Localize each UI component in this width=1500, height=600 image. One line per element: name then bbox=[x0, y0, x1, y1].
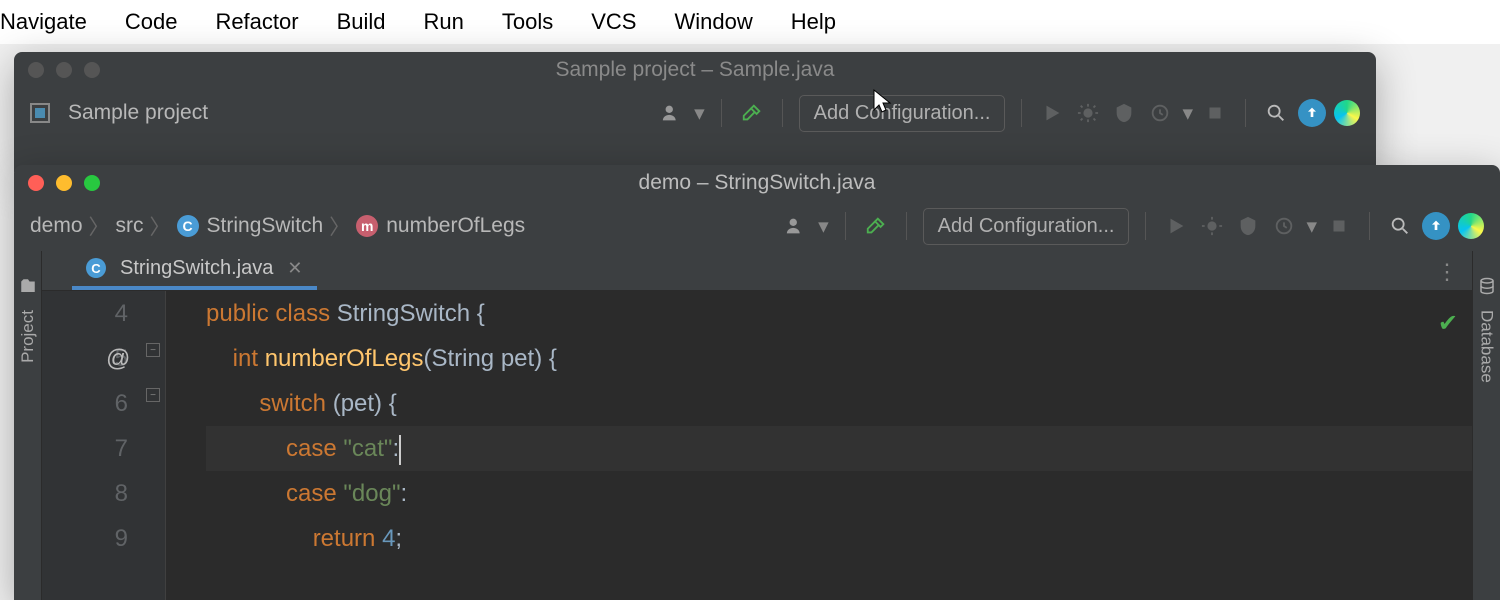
editor-tabs: C StringSwitch.java ✕ ⋮ bbox=[42, 251, 1472, 291]
line-number: 6 bbox=[42, 381, 128, 426]
project-name[interactable]: Sample project bbox=[68, 101, 208, 125]
jetbrains-icon[interactable] bbox=[1334, 100, 1360, 126]
run-icon[interactable] bbox=[1038, 99, 1066, 127]
line-number: 7 bbox=[42, 426, 128, 471]
close-icon[interactable] bbox=[28, 175, 44, 191]
macos-menubar: Navigate Code Refactor Build Run Tools V… bbox=[0, 0, 1500, 44]
run-icon[interactable] bbox=[1162, 212, 1190, 240]
left-tool-window-bar[interactable]: Project bbox=[14, 251, 42, 600]
titlebar: Sample project – Sample.java bbox=[14, 52, 1376, 88]
class-icon: C bbox=[177, 215, 199, 237]
fold-toggle-icon[interactable]: − bbox=[146, 343, 160, 357]
breadcrumb-item[interactable]: StringSwitch bbox=[207, 214, 324, 238]
search-icon[interactable] bbox=[1386, 212, 1414, 240]
breadcrumb-item[interactable]: demo bbox=[30, 214, 83, 238]
menu-build[interactable]: Build bbox=[337, 9, 386, 35]
editor-area: Project C StringSwitch.java ✕ ⋮ 4 5 6 7 … bbox=[14, 251, 1500, 600]
right-tool-window-bar[interactable]: Database bbox=[1472, 251, 1500, 600]
chevron-right-icon: 〉 bbox=[329, 211, 350, 241]
window-controls bbox=[28, 62, 100, 78]
fold-gutter[interactable]: − − bbox=[142, 291, 166, 600]
menu-navigate[interactable]: Navigate bbox=[0, 9, 87, 35]
breadcrumb[interactable]: demo 〉 src 〉 C StringSwitch 〉 m numberOf… bbox=[30, 211, 525, 241]
menu-code[interactable]: Code bbox=[125, 9, 178, 35]
line-number: 8 bbox=[42, 471, 128, 516]
editor-tab[interactable]: C StringSwitch.java ✕ bbox=[72, 250, 317, 290]
menu-tools[interactable]: Tools bbox=[502, 9, 553, 35]
jetbrains-icon[interactable] bbox=[1458, 213, 1484, 239]
window-controls bbox=[28, 175, 100, 191]
coverage-icon[interactable] bbox=[1234, 212, 1262, 240]
mouse-cursor-icon bbox=[872, 88, 892, 119]
window-title: demo – StringSwitch.java bbox=[639, 171, 876, 195]
build-icon[interactable] bbox=[738, 99, 766, 127]
add-configuration-button[interactable]: Add Configuration... bbox=[799, 95, 1006, 132]
method-icon: m bbox=[356, 215, 378, 237]
window-title: Sample project – Sample.java bbox=[556, 58, 835, 82]
users-icon[interactable] bbox=[658, 99, 686, 127]
chevron-right-icon: 〉 bbox=[150, 211, 171, 241]
menu-help[interactable]: Help bbox=[791, 9, 836, 35]
coverage-icon[interactable] bbox=[1110, 99, 1138, 127]
profile-icon[interactable] bbox=[1146, 99, 1174, 127]
line-number: 9 bbox=[42, 516, 128, 561]
class-icon: C bbox=[86, 258, 106, 278]
zoom-icon[interactable] bbox=[84, 62, 100, 78]
breadcrumb-item[interactable]: src bbox=[116, 214, 144, 238]
stop-icon[interactable] bbox=[1201, 99, 1229, 127]
minimize-icon[interactable] bbox=[56, 62, 72, 78]
update-icon[interactable] bbox=[1422, 212, 1450, 240]
annotation-icon: @ bbox=[106, 336, 130, 381]
main-toolbar: Sample project ▾ Add Configuration... ▾ bbox=[14, 88, 1376, 138]
titlebar: demo – StringSwitch.java bbox=[14, 165, 1500, 201]
project-icon bbox=[30, 103, 50, 123]
debug-icon[interactable] bbox=[1198, 212, 1226, 240]
menu-refactor[interactable]: Refactor bbox=[215, 9, 298, 35]
search-icon[interactable] bbox=[1262, 99, 1290, 127]
more-icon[interactable]: ⋮ bbox=[1436, 259, 1460, 285]
database-tool-icon[interactable] bbox=[1478, 277, 1496, 300]
main-toolbar: demo 〉 src 〉 C StringSwitch 〉 m numberOf… bbox=[14, 201, 1500, 251]
minimize-icon[interactable] bbox=[56, 175, 72, 191]
build-icon[interactable] bbox=[862, 212, 890, 240]
update-icon[interactable] bbox=[1298, 99, 1326, 127]
close-tab-icon[interactable]: ✕ bbox=[287, 258, 302, 279]
project-tool-label[interactable]: Project bbox=[18, 310, 38, 363]
text-caret bbox=[399, 435, 401, 465]
project-tool-icon[interactable] bbox=[19, 277, 37, 300]
add-configuration-button[interactable]: Add Configuration... bbox=[923, 208, 1130, 245]
stop-icon[interactable] bbox=[1325, 212, 1353, 240]
menu-vcs[interactable]: VCS bbox=[591, 9, 636, 35]
tab-label: StringSwitch.java bbox=[120, 257, 273, 280]
code-lines[interactable]: ✔ public class StringSwitch { int number… bbox=[166, 291, 1472, 600]
menu-window[interactable]: Window bbox=[674, 9, 752, 35]
zoom-icon[interactable] bbox=[84, 175, 100, 191]
chevron-right-icon: 〉 bbox=[89, 211, 110, 241]
debug-icon[interactable] bbox=[1074, 99, 1102, 127]
code-editor[interactable]: 4 5 6 7 8 9 − − ✔ public class StringSwi… bbox=[42, 291, 1472, 600]
menu-run[interactable]: Run bbox=[424, 9, 464, 35]
foreground-window: demo – StringSwitch.java demo 〉 src 〉 C … bbox=[14, 165, 1500, 600]
background-window: Sample project – Sample.java Sample proj… bbox=[14, 52, 1376, 172]
inspection-ok-icon[interactable]: ✔ bbox=[1438, 301, 1458, 346]
profile-icon[interactable] bbox=[1270, 212, 1298, 240]
breadcrumb-item[interactable]: numberOfLegs bbox=[386, 214, 525, 238]
fold-toggle-icon[interactable]: − bbox=[146, 388, 160, 402]
users-icon[interactable] bbox=[782, 212, 810, 240]
line-number: 4 bbox=[42, 291, 128, 336]
close-icon[interactable] bbox=[28, 62, 44, 78]
database-tool-label[interactable]: Database bbox=[1477, 310, 1497, 383]
